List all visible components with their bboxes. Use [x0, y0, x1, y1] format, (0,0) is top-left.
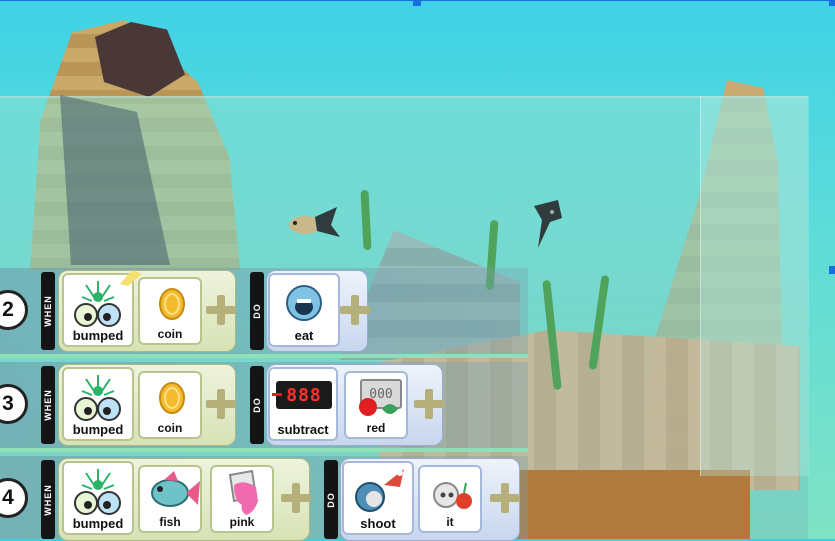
do-tag: DO — [324, 460, 338, 539]
bumped-sensor-icon — [74, 375, 121, 421]
score-subtract-icon: 888 — [276, 381, 332, 409]
red-tile[interactable]: 000 red — [344, 371, 408, 439]
bumped-tile[interactable]: bumped — [62, 461, 134, 535]
fish-tile[interactable]: fish — [138, 465, 202, 533]
add-plus-icon[interactable] — [206, 389, 236, 419]
fish-character[interactable] — [528, 198, 564, 250]
sand-base — [500, 470, 750, 539]
shoot-missile-icon — [355, 469, 404, 512]
add-plus-icon[interactable] — [281, 483, 311, 513]
program-row-4[interactable]: 4 WHEN bumped fish pink DO shoot it — [0, 456, 528, 541]
when-tag: WHEN — [41, 366, 55, 444]
add-plus-icon[interactable] — [340, 295, 370, 325]
add-plus-icon[interactable] — [206, 295, 236, 325]
subtract-tile[interactable]: 888 subtract — [268, 367, 338, 441]
it-tile[interactable]: it — [418, 465, 482, 533]
program-row-2[interactable]: 2 WHEN bumped coin DO eat — [0, 268, 528, 358]
selection-handle[interactable] — [413, 0, 421, 6]
it-target-icon — [433, 482, 472, 509]
fish-icon — [151, 471, 200, 507]
pink-paint-icon — [228, 469, 258, 515]
aquarium-glass-edge — [700, 96, 809, 476]
add-plus-icon[interactable] — [414, 389, 444, 419]
coin-icon — [159, 288, 185, 320]
fish-character[interactable] — [285, 205, 345, 240]
selection-handle[interactable] — [829, 266, 835, 274]
score-digits: 888 — [286, 384, 322, 406]
when-tag: WHEN — [41, 272, 55, 350]
do-tag: DO — [250, 366, 264, 444]
coin-tile[interactable]: coin — [138, 277, 202, 345]
shoot-tile[interactable]: shoot — [342, 461, 414, 535]
bumped-tile[interactable]: bumped — [62, 367, 134, 441]
coin-tile[interactable]: coin — [138, 371, 202, 439]
eat-mouth-icon — [286, 285, 322, 321]
coin-icon — [159, 382, 185, 414]
program-row-3[interactable]: 3 WHEN bumped coin DO 888 subtract 000 r… — [0, 362, 528, 452]
selection-handle[interactable] — [829, 0, 835, 6]
pink-tile[interactable]: pink — [210, 465, 274, 533]
bumped-sensor-icon — [74, 469, 121, 515]
do-tag: DO — [250, 272, 264, 350]
eat-tile[interactable]: eat — [268, 273, 340, 347]
paint-splat-icon — [359, 398, 398, 416]
minus-sign — [272, 393, 282, 396]
when-tag: WHEN — [41, 460, 55, 539]
add-plus-icon[interactable] — [490, 483, 520, 513]
